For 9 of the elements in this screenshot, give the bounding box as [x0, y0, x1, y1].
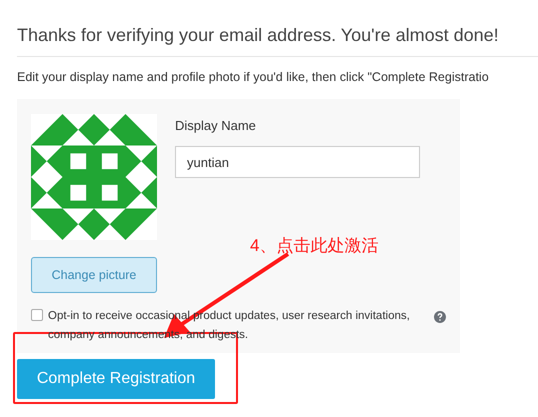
display-name-field[interactable]: yuntian [175, 146, 420, 178]
change-picture-button[interactable]: Change picture [31, 257, 157, 293]
opt-in-checkbox[interactable] [31, 309, 43, 321]
instructions-text: Edit your display name and profile photo if you'd like, then click "Complete Registratio [17, 69, 490, 85]
complete-registration-button[interactable]: Complete Registration [17, 359, 215, 399]
display-name-label: Display Name [175, 118, 257, 134]
help-icon[interactable] [434, 311, 446, 323]
annotation-text: 4、点击此处激活 [250, 235, 378, 257]
page-heading: Thanks for verifying your email address. You're almost done! [17, 24, 500, 46]
